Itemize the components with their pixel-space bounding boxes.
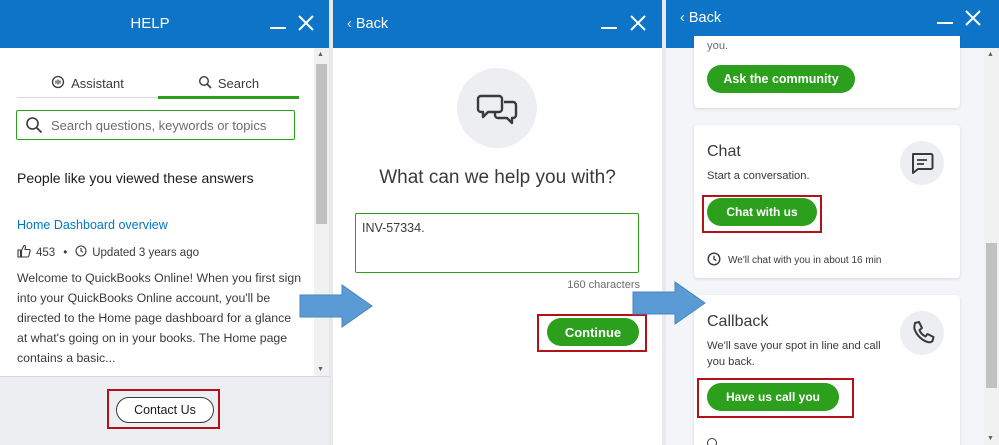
close-icon[interactable] xyxy=(962,7,984,29)
assistant-icon xyxy=(51,75,65,92)
section-title: People like you viewed these answers xyxy=(17,170,254,186)
clock-icon xyxy=(707,438,717,445)
minimize-icon[interactable] xyxy=(934,7,956,29)
chat-title: Chat xyxy=(707,143,741,160)
scroll-down-arrow-icon[interactable]: ▼ xyxy=(317,366,324,373)
chat-icon xyxy=(900,141,944,185)
minimize-icon[interactable] xyxy=(598,12,620,34)
article-snippet: Welcome to QuickBooks Online! When you f… xyxy=(17,271,302,365)
contact-panel: ‹ Back What can we help you with? 160 ch… xyxy=(333,0,662,445)
help-question-title: What can we help you with? xyxy=(379,167,616,188)
search-box xyxy=(16,110,295,140)
support-header-overlay: ‹ Back xyxy=(666,0,999,36)
chat-bubbles-icon xyxy=(457,68,537,148)
flow-arrow-icon xyxy=(632,281,706,325)
back-label: Back xyxy=(688,10,722,26)
minimize-icon[interactable] xyxy=(267,12,289,34)
article-link[interactable]: Home Dashboard overview xyxy=(17,218,168,232)
search-icon xyxy=(198,75,212,92)
clock-icon xyxy=(707,252,721,269)
highlight-box xyxy=(697,378,854,418)
tab-assistant-label: Assistant xyxy=(71,76,124,91)
highlight-box xyxy=(702,195,822,233)
scrollbar-thumb[interactable] xyxy=(316,64,327,224)
chevron-left-icon: ‹ xyxy=(680,10,685,26)
ask-community-button[interactable]: Ask the community xyxy=(707,65,855,93)
updated-text: Updated 3 years ago xyxy=(92,246,199,259)
help-title: HELP xyxy=(130,15,170,32)
scroll-up-arrow-icon[interactable]: ▲ xyxy=(987,51,994,58)
close-icon[interactable] xyxy=(295,12,317,34)
tab-assistant[interactable]: Assistant xyxy=(17,70,158,97)
tab-search[interactable]: Search xyxy=(158,70,299,99)
flow-arrow-icon xyxy=(299,284,373,328)
article-meta: 453 • Updated 3 years ago xyxy=(17,244,199,261)
search-icon xyxy=(25,116,43,139)
phone-icon xyxy=(900,311,944,355)
callback-subtitle: We'll save your spot in line and call yo… xyxy=(707,340,881,368)
callback-title: Callback xyxy=(707,313,769,330)
back-button-overlay[interactable]: ‹ Back xyxy=(680,0,721,42)
scroll-down-arrow-icon[interactable]: ▼ xyxy=(987,435,994,442)
highlight-box xyxy=(107,389,220,429)
chat-wait-time: We'll chat with you in about 16 min xyxy=(707,252,881,269)
contact-header: ‹ Back xyxy=(333,0,662,48)
back-button[interactable]: ‹ Back xyxy=(347,0,388,48)
callback-card: Callback We'll save your spot in line an… xyxy=(694,295,960,445)
scrollbar-thumb[interactable] xyxy=(986,243,997,388)
back-label: Back xyxy=(355,16,389,32)
meta-separator: • xyxy=(63,246,68,259)
chevron-left-icon: ‹ xyxy=(347,16,352,32)
character-count: 160 characters xyxy=(567,279,640,291)
likes-count: 453 xyxy=(36,246,56,259)
tab-search-label: Search xyxy=(217,75,260,91)
help-panel: HELP Assistant Search People like you vi… xyxy=(0,0,329,445)
scrollbar[interactable]: ▲ ▼ xyxy=(984,48,999,445)
help-header: HELP xyxy=(0,0,329,48)
chat-wait-text: We'll chat with you in about 16 min xyxy=(728,255,882,266)
thumbs-up-icon xyxy=(17,244,31,261)
question-textarea[interactable] xyxy=(355,213,639,273)
search-input[interactable] xyxy=(51,115,289,135)
clock-icon xyxy=(75,245,87,260)
scroll-up-arrow-icon[interactable]: ▲ xyxy=(317,51,324,58)
close-icon[interactable] xyxy=(627,12,649,34)
help-tabs: Assistant Search xyxy=(17,70,299,99)
chat-subtitle: Start a conversation. xyxy=(707,170,810,182)
